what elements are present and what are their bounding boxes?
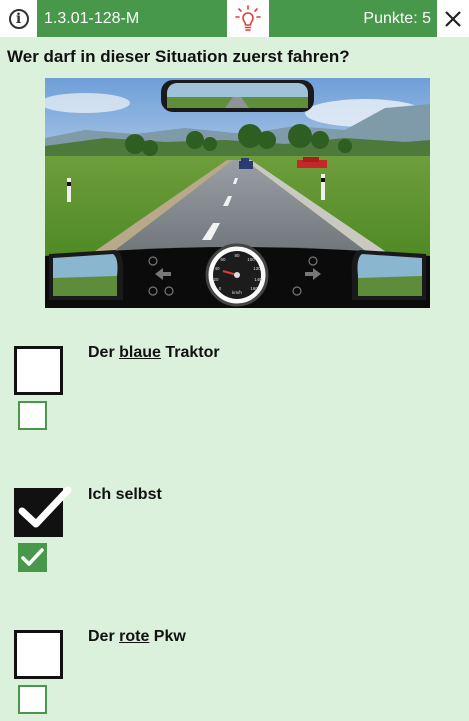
speed-tick: 80 [234,253,240,258]
info-icon: i [8,8,29,29]
speed-tick: 160 [250,286,258,291]
close-icon [445,10,461,27]
question-text: Wer darf in dieser Situation zuerst fahr… [7,47,350,66]
speed-tick: 60 [220,257,226,262]
answer-label[interactable]: Der rote Pkw [88,628,186,646]
info-button[interactable]: i [0,0,37,37]
solution-checkbox [18,401,47,430]
answer-label[interactable]: Ich selbst [88,486,162,504]
top-bar: i 1.3.01-128-M Punkte: 5 [0,0,469,37]
close-button[interactable] [437,0,469,37]
answer-checkbox[interactable] [14,486,72,537]
score-display: Punkte: 5 [269,0,437,37]
checkmark-icon [21,548,44,566]
solution-checkbox [18,543,47,572]
situation-image: 0 20 40 60 80 100 120 140 160 km/h [45,78,430,308]
answer-label[interactable]: Der blaue Traktor [88,344,220,362]
question-id: 1.3.01-128-M [37,0,227,37]
solution-checkbox [18,685,47,714]
checkmark-icon [18,486,72,528]
speed-tick: 140 [254,277,262,282]
speed-tick: 100 [247,257,255,262]
speed-tick: 120 [253,266,261,271]
hint-button[interactable] [227,0,269,37]
speed-tick: 40 [214,266,220,271]
speed-tick: 20 [213,277,219,282]
answer-checkbox[interactable] [14,630,63,679]
speed-unit: km/h [232,290,242,295]
lightbulb-icon [235,4,261,31]
answer-checkbox[interactable] [14,346,63,395]
